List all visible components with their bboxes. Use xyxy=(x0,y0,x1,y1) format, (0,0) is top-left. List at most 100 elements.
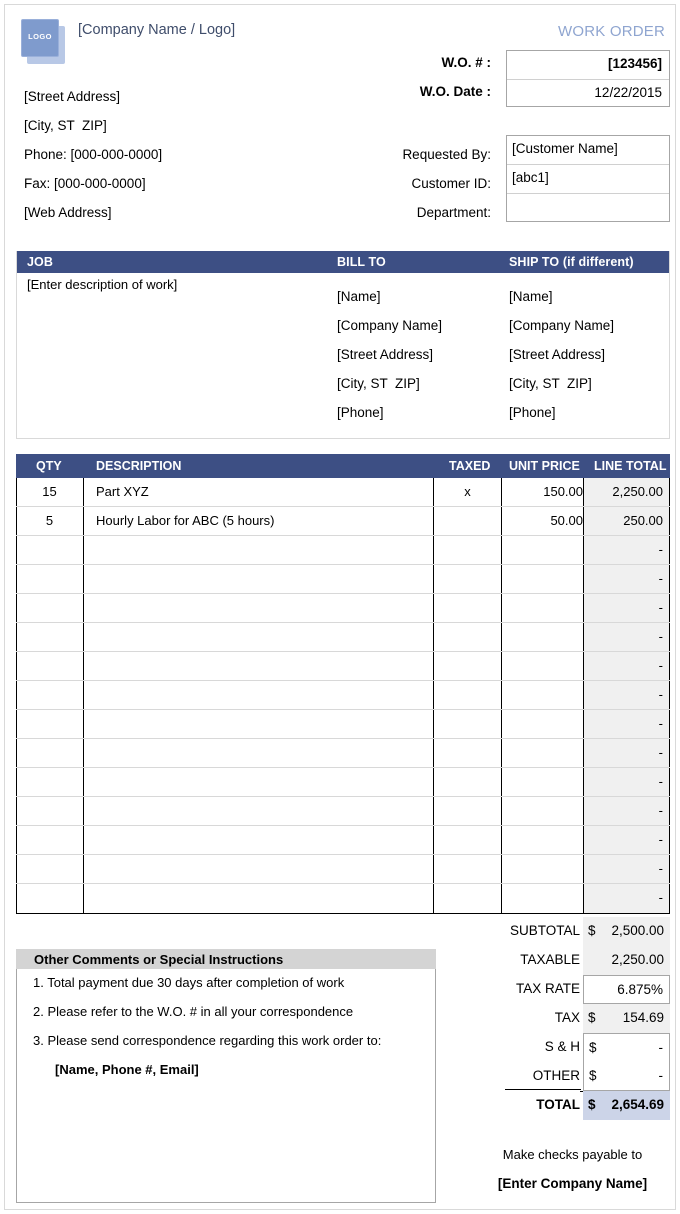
totals-row: TAXABLE 2,250.00 xyxy=(475,946,670,975)
line-item-line-total[interactable]: - xyxy=(583,687,663,702)
bill-to-company[interactable]: [Company Name] xyxy=(337,318,442,347)
company-name-placeholder[interactable]: [Company Name / Logo] xyxy=(78,22,235,38)
table-row[interactable]: - xyxy=(16,536,670,565)
table-row[interactable]: 15 Part XYZ x 150.00 2,250.00 xyxy=(16,478,670,507)
customer-id-row: [abc1] xyxy=(507,164,669,192)
ship-to-phone[interactable]: [Phone] xyxy=(509,405,614,434)
totals-currency-symbol: $ xyxy=(588,1010,596,1025)
comment-line-3: 3. Please send correspondence regarding … xyxy=(33,1033,382,1048)
table-row[interactable]: - xyxy=(16,768,670,797)
line-item-line-total[interactable]: - xyxy=(583,890,663,905)
totals-currency-symbol: $ xyxy=(589,1040,597,1055)
totals-label: TOTAL xyxy=(536,1097,580,1112)
company-logo[interactable]: LOGO xyxy=(21,19,69,67)
line-item-line-total[interactable]: - xyxy=(583,542,663,557)
totals-value: - xyxy=(658,1040,664,1055)
table-row[interactable]: - xyxy=(16,565,670,594)
line-item-description[interactable]: Part XYZ xyxy=(96,484,149,499)
table-row[interactable]: - xyxy=(16,797,670,826)
wo-number-value[interactable]: [123456] xyxy=(608,56,662,71)
line-item-line-total[interactable]: - xyxy=(583,803,663,818)
bill-to-street[interactable]: [Street Address] xyxy=(337,347,442,376)
line-item-line-total[interactable]: - xyxy=(583,658,663,673)
line-item-taxed[interactable]: x xyxy=(434,484,501,499)
line-items-header-bar: QTY DESCRIPTION TAXED UNIT PRICE LINE TO… xyxy=(16,454,670,478)
column-header-qty: QTY xyxy=(36,459,62,473)
comments-body[interactable]: 1. Total payment due 30 days after compl… xyxy=(16,969,436,1203)
wo-number-row: [123456] xyxy=(507,51,669,79)
comments-contact-line[interactable]: [Name, Phone #, Email] xyxy=(33,1062,435,1091)
ship-to-company[interactable]: [Company Name] xyxy=(509,318,614,347)
line-item-unit-price[interactable]: 50.00 xyxy=(505,513,583,528)
line-item-line-total[interactable]: - xyxy=(583,571,663,586)
totals-value-cell[interactable]: 6.875% xyxy=(583,975,670,1004)
payable-company-name[interactable]: [Enter Company Name] xyxy=(475,1176,670,1191)
customer-id-field[interactable]: [abc1] xyxy=(512,170,549,185)
totals-value-cell[interactable]: $2,500.00 xyxy=(583,917,670,946)
totals-value-cell[interactable]: $2,654.69 xyxy=(583,1091,670,1120)
bill-to-phone[interactable]: [Phone] xyxy=(337,405,442,434)
totals-value: 154.69 xyxy=(622,1010,664,1025)
totals-label: TAXABLE xyxy=(520,952,580,967)
ship-to-city[interactable]: [City, ST ZIP] xyxy=(509,376,614,405)
wo-number-label: W.O. # : xyxy=(441,55,491,70)
totals-row: TAX $154.69 xyxy=(475,1004,670,1033)
bill-to-name[interactable]: [Name] xyxy=(337,289,442,318)
line-item-line-total[interactable]: - xyxy=(583,600,663,615)
logo-label: LOGO xyxy=(28,32,52,41)
totals-row: OTHER $ - xyxy=(475,1062,670,1091)
totals-row: TOTAL $2,654.69 xyxy=(475,1091,670,1120)
comments-header: Other Comments or Special Instructions xyxy=(16,949,436,969)
comment-line-1: 1. Total payment due 30 days after compl… xyxy=(33,975,345,990)
work-order-id-box: [123456] 12/22/2015 xyxy=(506,50,670,107)
line-item-line-total[interactable]: - xyxy=(583,716,663,731)
line-item-line-total[interactable]: 2,250.00 xyxy=(583,484,663,499)
line-item-line-total[interactable]: 250.00 xyxy=(583,513,663,528)
totals-label: TAX RATE xyxy=(515,981,580,996)
bill-to-city[interactable]: [City, ST ZIP] xyxy=(337,376,442,405)
totals-value-cell[interactable]: $ - xyxy=(583,1062,670,1091)
wo-date-row: 12/22/2015 xyxy=(507,79,669,107)
totals-label: S & H xyxy=(544,1039,580,1054)
totals-label: TAX xyxy=(554,1010,580,1025)
ship-to-name[interactable]: [Name] xyxy=(509,289,614,318)
totals-value-cell[interactable]: $ - xyxy=(583,1033,670,1062)
line-item-qty[interactable]: 15 xyxy=(16,484,83,499)
ship-to-column-header: SHIP TO (if different) xyxy=(509,255,634,269)
department-row xyxy=(507,192,669,221)
company-fax[interactable]: Fax: [000-000-0000] xyxy=(24,176,146,191)
line-item-qty[interactable]: 5 xyxy=(16,513,83,528)
line-item-line-total[interactable]: - xyxy=(583,861,663,876)
table-row[interactable]: - xyxy=(16,739,670,768)
line-item-line-total[interactable]: - xyxy=(583,629,663,644)
totals-value-cell[interactable]: 2,250.00 xyxy=(583,946,670,975)
table-row[interactable]: - xyxy=(16,594,670,623)
totals-value-cell[interactable]: $154.69 xyxy=(583,1004,670,1033)
table-row[interactable]: 5 Hourly Labor for ABC (5 hours) 50.00 250.… xyxy=(16,507,670,536)
table-row[interactable]: - xyxy=(16,623,670,652)
bill-to-block: [Name] [Company Name] [Street Address] [… xyxy=(337,289,442,434)
table-row[interactable]: - xyxy=(16,884,670,913)
requested-by-field[interactable]: [Customer Name] xyxy=(512,141,618,156)
ship-to-street[interactable]: [Street Address] xyxy=(509,347,614,376)
company-address-line-2[interactable]: [City, ST ZIP] xyxy=(24,118,107,133)
table-row[interactable]: - xyxy=(16,826,670,855)
table-row[interactable]: - xyxy=(16,710,670,739)
company-address-line-1[interactable]: [Street Address] xyxy=(24,89,120,104)
line-item-unit-price[interactable]: 150.00 xyxy=(505,484,583,499)
table-row[interactable]: - xyxy=(16,681,670,710)
wo-date-value[interactable]: 12/22/2015 xyxy=(594,85,662,100)
line-item-description[interactable]: Hourly Labor for ABC (5 hours) xyxy=(96,513,274,528)
totals-currency-symbol: $ xyxy=(588,1097,596,1112)
totals-section: SUBTOTAL $2,500.00 TAXABLE 2,250.00 TAX RATE… xyxy=(475,917,670,1120)
table-row[interactable]: - xyxy=(16,652,670,681)
job-description-field[interactable]: [Enter description of work] xyxy=(27,277,177,292)
line-item-line-total[interactable]: - xyxy=(583,745,663,760)
line-item-line-total[interactable]: - xyxy=(583,832,663,847)
table-row[interactable]: - xyxy=(16,855,670,884)
company-web-address[interactable]: [Web Address] xyxy=(24,205,112,220)
document-header: LOGO [Company Name / Logo] WORK ORDER [S… xyxy=(5,5,675,230)
company-phone[interactable]: Phone: [000-000-0000] xyxy=(24,147,162,162)
column-header-description: DESCRIPTION xyxy=(96,459,182,473)
line-item-line-total[interactable]: - xyxy=(583,774,663,789)
